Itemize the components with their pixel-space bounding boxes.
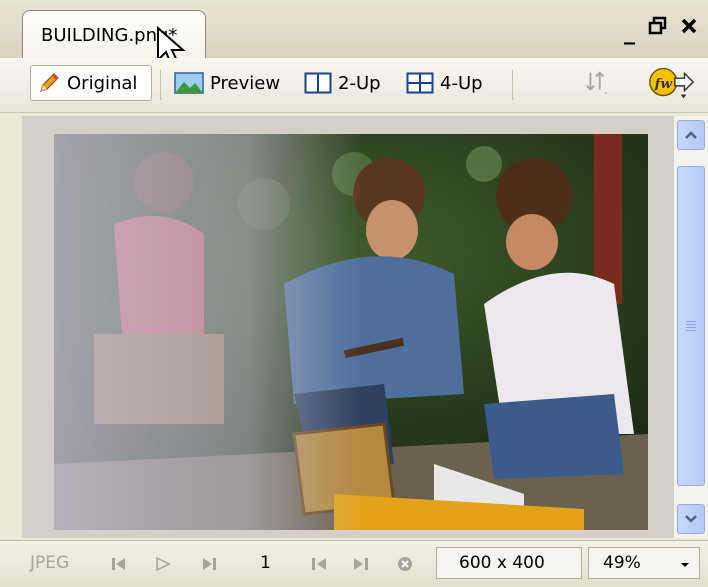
four-up-label: 4-Up	[440, 72, 483, 94]
restore-button[interactable]	[648, 16, 668, 41]
zoom-dropdown[interactable]: 49%	[588, 547, 700, 579]
current-frame: 1	[260, 553, 271, 573]
original-tab[interactable]: Original	[30, 65, 152, 101]
image-size-box: 600 x 400	[436, 547, 582, 579]
building-photo-image	[54, 134, 648, 530]
scroll-down-button[interactable]	[677, 504, 705, 534]
four-up-view-icon	[406, 72, 434, 94]
grip-line	[686, 327, 696, 328]
toolbar-separator	[512, 70, 513, 100]
preview-tab[interactable]: Preview	[168, 65, 292, 101]
svg-text:fw: fw	[654, 76, 673, 92]
fireworks-logo-icon: fw	[649, 67, 695, 99]
stop-icon[interactable]	[396, 555, 414, 573]
close-button[interactable]	[680, 16, 698, 41]
close-icon	[681, 18, 697, 34]
last-frame-icon[interactable]	[200, 556, 218, 572]
chevron-up-icon	[685, 131, 697, 139]
chevron-down-icon	[685, 515, 697, 523]
scroll-up-button[interactable]	[677, 120, 705, 150]
image-dimensions: 600 x 400	[459, 553, 545, 573]
pencil-icon	[40, 73, 59, 92]
toolbar-separator	[160, 70, 161, 100]
fireworks-launch-button[interactable]: fw	[640, 65, 702, 101]
fireworks-document-window: BUILDING.png* _ Original Preview 2-Up 4-…	[0, 0, 708, 587]
scroll-thumb[interactable]	[677, 166, 705, 486]
status-bar: JPEG 1 600 x 400 49%	[0, 540, 708, 587]
grip-line	[686, 330, 696, 331]
landscape-image-icon	[174, 72, 204, 94]
original-label: Original	[67, 72, 138, 94]
view-toolbar: Original Preview 2-Up 4-Up fw	[0, 58, 708, 113]
vertical-scrollbar[interactable]	[674, 116, 708, 538]
first-frame-icon[interactable]	[110, 556, 128, 572]
export-options-button[interactable]	[576, 65, 616, 101]
four-up-tab[interactable]: 4-Up	[400, 65, 500, 101]
minimize-button[interactable]: _	[624, 20, 635, 45]
two-up-view-icon	[304, 72, 332, 94]
format-label: JPEG	[30, 553, 70, 573]
chevron-down-icon	[681, 563, 689, 567]
restore-icon	[648, 16, 667, 35]
grip-line	[686, 324, 696, 325]
document-tab-strip: BUILDING.png* _	[0, 0, 708, 68]
preview-label: Preview	[210, 72, 281, 94]
zoom-level: 49%	[603, 553, 641, 573]
previous-frame-icon[interactable]	[310, 556, 328, 572]
grip-line	[686, 321, 696, 322]
play-icon[interactable]	[154, 556, 172, 572]
next-frame-icon[interactable]	[352, 556, 370, 572]
two-up-label: 2-Up	[338, 72, 381, 94]
sort-arrows-icon	[586, 71, 608, 95]
two-up-tab[interactable]: 2-Up	[298, 65, 394, 101]
